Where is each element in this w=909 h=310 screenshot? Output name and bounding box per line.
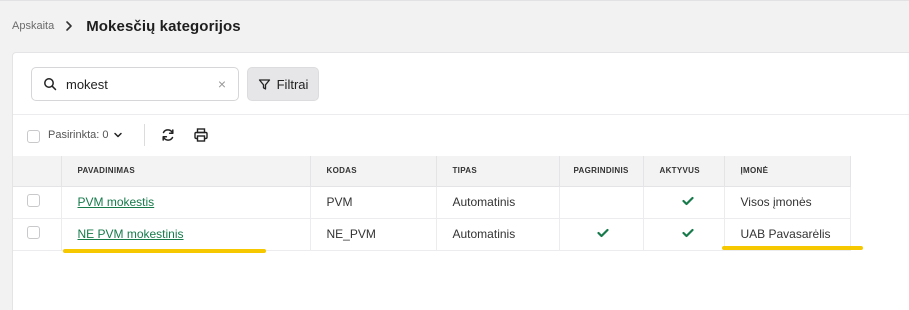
row-checkbox-cell [13, 186, 62, 219]
row-name-link[interactable]: PVM mokestis [78, 195, 155, 209]
top-divider [0, 0, 909, 1]
row-checkbox-cell [13, 218, 62, 251]
highlight-underline-company [722, 246, 863, 250]
tax-categories-table: PAVADINIMAS KODAS TIPAS PAGRINDINIS AKTY… [13, 156, 851, 251]
row-checkbox[interactable] [27, 194, 40, 207]
toolbar-divider [144, 124, 145, 146]
column-header-name[interactable]: PAVADINIMAS [61, 156, 311, 187]
cell-name: PVM mokestis [61, 186, 311, 219]
table-header-row: PAVADINIMAS KODAS TIPAS PAGRINDINIS AKTY… [13, 156, 851, 187]
select-all-checkbox[interactable] [27, 130, 40, 143]
highlight-underline-name [63, 249, 266, 253]
cell-active [643, 186, 725, 219]
filters-button-label: Filtrai [276, 76, 309, 92]
search-box: × [31, 67, 239, 101]
filter-icon [258, 78, 270, 90]
selection-dropdown[interactable]: Pasirinkta: 0 [48, 129, 123, 141]
cell-name: NE PVM mokestinis [61, 218, 311, 251]
clear-search-button[interactable]: × [218, 76, 226, 92]
column-header-active[interactable]: AKTYVUS [643, 156, 725, 187]
column-header-code[interactable]: KODAS [310, 156, 437, 187]
cell-primary [559, 186, 644, 219]
breadcrumb: Apskaita Mokesčių kategorijos [12, 17, 241, 35]
row-checkbox[interactable] [27, 226, 40, 239]
row-name-link[interactable]: NE PVM mokestinis [78, 227, 184, 241]
print-icon[interactable] [193, 127, 209, 143]
search-input[interactable] [66, 76, 206, 92]
column-header-primary[interactable]: PAGRINDINIS [559, 156, 644, 187]
column-header-company[interactable]: ĮMONĖ [724, 156, 851, 187]
refresh-icon[interactable] [160, 127, 176, 143]
filters-button[interactable]: Filtrai [247, 67, 319, 101]
check-icon [681, 196, 694, 206]
check-icon [596, 228, 609, 238]
cell-type: Automatinis [436, 218, 560, 251]
header-checkbox-cell [13, 156, 62, 187]
column-header-type[interactable]: TIPAS [436, 156, 560, 187]
chevron-down-icon [113, 132, 122, 138]
table-row: PVM mokestis PVM Automatinis Visos įmonė… [13, 186, 851, 219]
main-panel: × Filtrai Pasirinkta: 0 PAVADINIMAS [12, 52, 909, 310]
cell-type: Automatinis [436, 186, 560, 219]
cell-primary [559, 218, 644, 251]
breadcrumb-root[interactable]: Apskaita [12, 20, 54, 32]
cell-active [643, 218, 725, 251]
cell-company: Visos įmonės [724, 186, 851, 219]
search-icon [44, 78, 57, 91]
check-icon [681, 228, 694, 238]
selection-count-label: Pasirinkta: 0 [48, 129, 109, 141]
cell-code: PVM [310, 186, 437, 219]
cell-code: NE_PVM [310, 218, 437, 251]
page-title: Mokesčių kategorijos [86, 17, 241, 35]
chevron-right-icon [60, 17, 78, 35]
table-toolbar: Pasirinkta: 0 [13, 114, 909, 156]
